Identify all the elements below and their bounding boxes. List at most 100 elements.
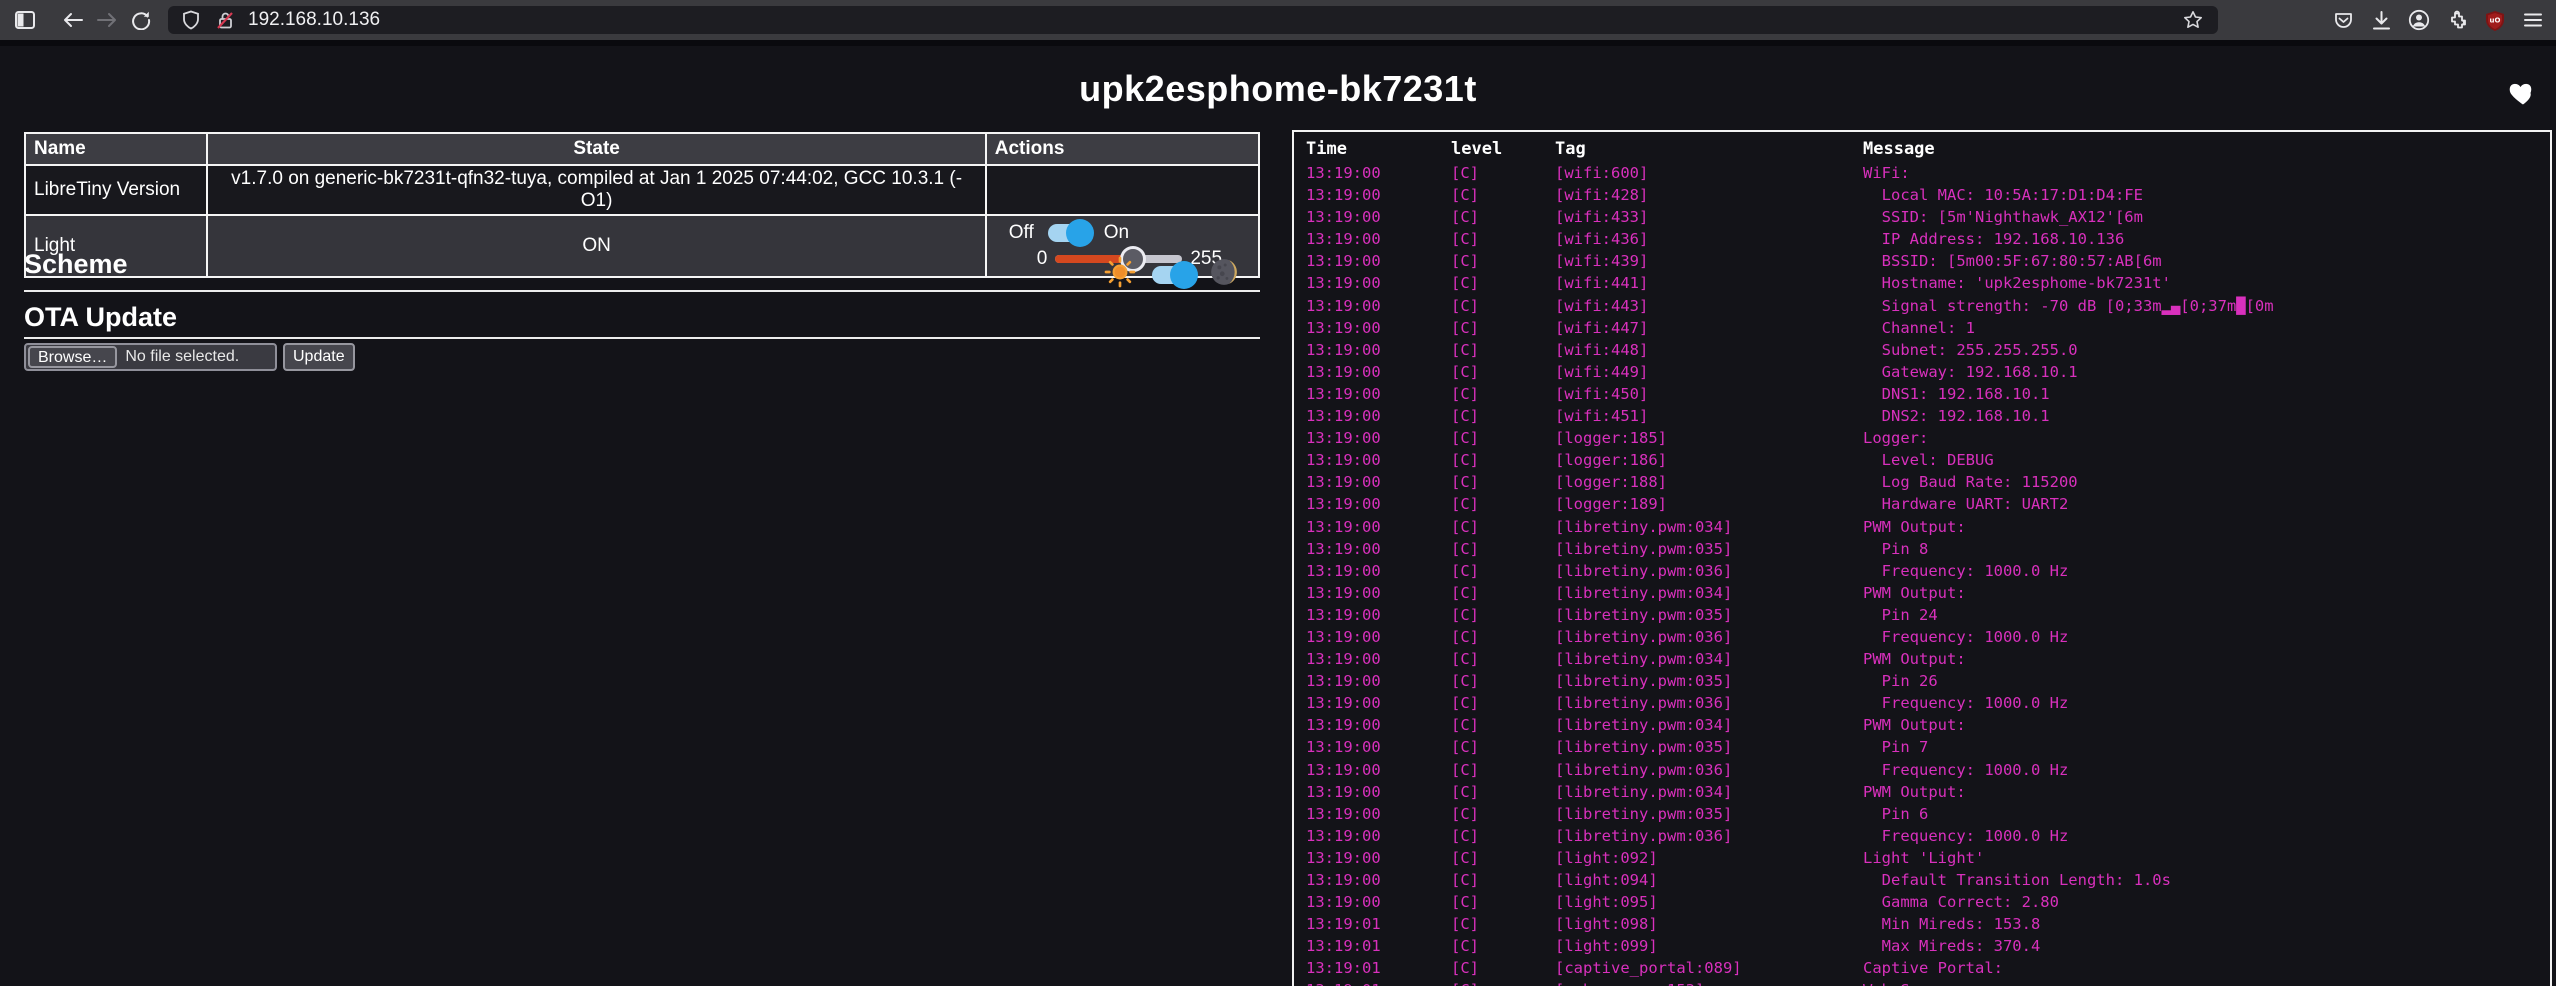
log-level: [C] — [1451, 825, 1555, 847]
log-row: 13:19:01[C][light:099] Max Mireds: 370.4 — [1294, 935, 2550, 957]
log-tag: [wifi:449] — [1555, 361, 1863, 383]
scheme-toggle[interactable] — [1152, 266, 1194, 284]
log-time: 13:19:00 — [1306, 582, 1451, 604]
log-message: DNS2: 192.168.10.1 — [1863, 405, 2550, 427]
back-icon[interactable] — [56, 5, 90, 35]
log-row: 13:19:00[C][wifi:436] IP Address: 192.16… — [1294, 228, 2550, 250]
log-row: 13:19:00[C][wifi:439] BSSID: [5m00:5F:67… — [1294, 250, 2550, 272]
log-time: 13:19:00 — [1306, 184, 1451, 206]
log-message: Signal strength: -70 dB [0;33m▂▄[0;37m█[… — [1863, 295, 2550, 317]
log-message: Channel: 1 — [1863, 317, 2550, 339]
browse-button[interactable]: Browse… — [28, 346, 117, 368]
log-col-time: Time — [1306, 139, 1451, 159]
log-level: [C] — [1451, 803, 1555, 825]
log-row: 13:19:00[C][wifi:451] DNS2: 192.168.10.1 — [1294, 405, 2550, 427]
log-row: 13:19:00[C][wifi:447] Channel: 1 — [1294, 317, 2550, 339]
log-row: 13:19:00[C][libretiny.pwm:034]PWM Output… — [1294, 582, 2550, 604]
log-tag: [wifi:433] — [1555, 206, 1863, 228]
scheme-divider — [24, 290, 1260, 292]
scheme-controls — [1104, 256, 1238, 293]
svg-text:uO: uO — [2490, 16, 2501, 24]
forward-icon[interactable] — [90, 5, 124, 35]
log-time: 13:19:00 — [1306, 162, 1451, 184]
log-row: 13:19:00[C][libretiny.pwm:036] Frequency… — [1294, 692, 2550, 714]
insecure-lock-icon[interactable] — [208, 5, 242, 35]
log-message: Level: DEBUG — [1863, 449, 2550, 471]
file-input[interactable]: Browse… No file selected. — [24, 343, 277, 371]
log-level: [C] — [1451, 935, 1555, 957]
log-time: 13:19:00 — [1306, 272, 1451, 294]
log-level: [C] — [1451, 339, 1555, 361]
log-row: 13:19:00[C][light:095] Gamma Correct: 2.… — [1294, 891, 2550, 913]
log-message: Gateway: 192.168.10.1 — [1863, 361, 2550, 383]
reload-icon[interactable] — [124, 5, 158, 35]
log-time: 13:19:00 — [1306, 471, 1451, 493]
menu-icon[interactable] — [2516, 5, 2550, 35]
log-level: [C] — [1451, 582, 1555, 604]
log-level: [C] — [1451, 869, 1555, 891]
pocket-icon[interactable] — [2326, 5, 2360, 35]
shield-permissions-icon[interactable] — [174, 5, 208, 35]
log-row: 13:19:00[C][wifi:428] Local MAC: 10:5A:1… — [1294, 184, 2550, 206]
sidebar-icon[interactable] — [8, 5, 42, 35]
log-time: 13:19:00 — [1306, 692, 1451, 714]
status-table-header-row: Name State Actions — [25, 133, 1259, 165]
light-toggle[interactable] — [1048, 224, 1090, 242]
log-tag: [web_server:153] — [1555, 979, 1863, 986]
log-row: 13:19:00[C][light:094] Default Transitio… — [1294, 869, 2550, 891]
log-row: 13:19:00[C][wifi:448] Subnet: 255.255.25… — [1294, 339, 2550, 361]
col-header-actions: Actions — [986, 133, 1259, 165]
log-tag: [light:092] — [1555, 847, 1863, 869]
log-message: Gamma Correct: 2.80 — [1863, 891, 2550, 913]
log-tag: [libretiny.pwm:034] — [1555, 648, 1863, 670]
log-message: Default Transition Length: 1.0s — [1863, 869, 2550, 891]
ublock-icon[interactable]: uO — [2478, 5, 2512, 35]
extensions-icon[interactable] — [2440, 5, 2474, 35]
log-tag: [libretiny.pwm:034] — [1555, 714, 1863, 736]
log-level: [C] — [1451, 538, 1555, 560]
light-state: ON — [207, 215, 985, 277]
log-level: [C] — [1451, 184, 1555, 206]
log-tag: [light:095] — [1555, 891, 1863, 913]
log-panel[interactable]: Time level Tag Message 13:19:00[C][wifi:… — [1292, 130, 2552, 986]
log-time: 13:19:00 — [1306, 670, 1451, 692]
log-level: [C] — [1451, 759, 1555, 781]
log-tag: [wifi:451] — [1555, 405, 1863, 427]
log-tag: [wifi:450] — [1555, 383, 1863, 405]
log-time: 13:19:00 — [1306, 317, 1451, 339]
url-bar[interactable]: 192.168.10.136 — [168, 6, 2218, 34]
log-time: 13:19:00 — [1306, 736, 1451, 758]
log-time: 13:19:00 — [1306, 383, 1451, 405]
log-rows-container: 13:19:00[C][wifi:600]WiFi:13:19:00[C][wi… — [1294, 162, 2550, 986]
log-row: 13:19:00[C][libretiny.pwm:035] Pin 24 — [1294, 604, 2550, 626]
log-message: Frequency: 1000.0 Hz — [1863, 626, 2550, 648]
log-level: [C] — [1451, 162, 1555, 184]
log-tag: [libretiny.pwm:036] — [1555, 626, 1863, 648]
log-level: [C] — [1451, 736, 1555, 758]
log-tag: [wifi:600] — [1555, 162, 1863, 184]
log-tag: [libretiny.pwm:035] — [1555, 670, 1863, 692]
log-level: [C] — [1451, 604, 1555, 626]
log-level: [C] — [1451, 957, 1555, 979]
update-button[interactable]: Update — [283, 343, 355, 371]
log-time: 13:19:00 — [1306, 869, 1451, 891]
col-header-state: State — [207, 133, 985, 165]
log-time: 13:19:00 — [1306, 427, 1451, 449]
download-icon[interactable] — [2364, 5, 2398, 35]
log-level: [C] — [1451, 626, 1555, 648]
bookmark-star-icon[interactable] — [2176, 5, 2210, 35]
log-level: [C] — [1451, 714, 1555, 736]
log-row: 13:19:00[C][logger:186] Level: DEBUG — [1294, 449, 2550, 471]
account-icon[interactable] — [2402, 5, 2436, 35]
log-row: 13:19:00[C][wifi:450] DNS1: 192.168.10.1 — [1294, 383, 2550, 405]
log-row: 13:19:00[C][logger:189] Hardware UART: U… — [1294, 493, 2550, 515]
light-off-label: Off — [1009, 222, 1034, 244]
log-tag: [wifi:448] — [1555, 339, 1863, 361]
url-text[interactable]: 192.168.10.136 — [248, 9, 380, 31]
log-time: 13:19:00 — [1306, 493, 1451, 515]
log-message: Frequency: 1000.0 Hz — [1863, 692, 2550, 714]
light-toggle-knob — [1066, 219, 1094, 247]
log-row: 13:19:01[C][captive_portal:089]Captive P… — [1294, 957, 2550, 979]
log-tag: [libretiny.pwm:034] — [1555, 781, 1863, 803]
log-message: Subnet: 255.255.255.0 — [1863, 339, 2550, 361]
